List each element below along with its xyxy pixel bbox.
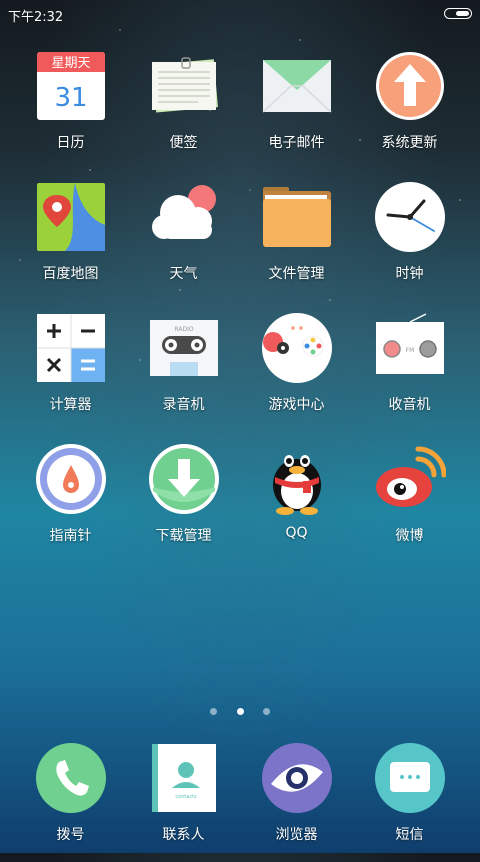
app-label: 联系人 (162, 827, 205, 843)
app-compass[interactable]: 指南针 (14, 443, 127, 563)
weibo-icon (374, 443, 447, 515)
app-recorder[interactable]: RADIO 录音机 (127, 312, 240, 432)
calendar-icon: 星期天 31 (35, 50, 107, 122)
contacts-book-icon: contacts (148, 742, 220, 814)
app-label: 系统更新 (381, 135, 438, 151)
app-label: 浏览器 (275, 827, 318, 843)
weather-cloud-icon (148, 181, 220, 253)
contacts-text: contacts (175, 794, 197, 800)
battery-icon (444, 8, 472, 19)
app-calendar[interactable]: 星期天 31 日历 (14, 50, 127, 170)
app-label: 时钟 (395, 266, 424, 282)
app-label: 下载管理 (155, 528, 212, 544)
app-label: 文件管理 (268, 266, 325, 282)
app-baidu-maps[interactable]: 百度地图 (14, 181, 127, 301)
app-label: 指南针 (49, 528, 92, 544)
app-label: 百度地图 (42, 266, 99, 282)
calendar-weekday: 星期天 (51, 56, 90, 71)
dock-contacts[interactable]: contacts 联系人 (127, 742, 240, 862)
phone-icon (35, 742, 107, 814)
app-label: 日历 (56, 135, 85, 151)
app-notes[interactable]: 便签 (127, 50, 240, 170)
app-label: 录音机 (162, 397, 205, 413)
folder-icon (261, 181, 333, 253)
radio-icon: FM (374, 312, 446, 384)
app-label: 收音机 (388, 397, 431, 413)
app-label: 拨号 (56, 827, 85, 843)
app-label: 计算器 (49, 397, 92, 413)
qq-penguin-icon (261, 443, 333, 515)
app-label: 电子邮件 (268, 135, 325, 151)
status-bar: 下午2:32 (0, 0, 480, 28)
app-label: QQ (285, 525, 308, 541)
app-radio[interactable]: FM 收音机 (353, 312, 466, 432)
calendar-day: 31 (54, 83, 87, 113)
email-icon (261, 50, 333, 122)
app-label: 便签 (169, 135, 198, 151)
page-dot-3[interactable] (262, 708, 270, 715)
app-qq[interactable]: QQ (240, 443, 353, 563)
app-label: 天气 (169, 266, 198, 282)
clock-icon (374, 181, 446, 253)
status-time: 下午2:32 (8, 10, 64, 25)
dock-browser[interactable]: 浏览器 (240, 742, 353, 862)
app-weibo[interactable]: 微博 (353, 443, 466, 563)
app-label: 游戏中心 (268, 397, 325, 413)
app-clock[interactable]: 时钟 (353, 181, 466, 301)
page-indicator[interactable] (0, 700, 480, 715)
download-icon (148, 443, 220, 515)
radio-fm-text: FM (406, 347, 415, 354)
update-arrow-icon (374, 50, 446, 122)
message-bubble-icon (374, 742, 446, 814)
calculator-icon (35, 312, 107, 384)
app-label: 微博 (395, 528, 424, 544)
compass-icon (35, 443, 107, 515)
app-email[interactable]: 电子邮件 (240, 50, 353, 170)
dock-sms[interactable]: 短信 (353, 742, 466, 862)
notes-icon (148, 50, 220, 122)
dock-phone[interactable]: 拨号 (14, 742, 127, 862)
app-calculator[interactable]: 计算器 (14, 312, 127, 432)
app-game-center[interactable]: 游戏中心 (240, 312, 353, 432)
app-system-update[interactable]: 系统更新 (353, 50, 466, 170)
cassette-icon: RADIO (148, 312, 220, 384)
page-dot-1[interactable] (210, 708, 218, 715)
app-file-manager[interactable]: 文件管理 (240, 181, 353, 301)
app-weather[interactable]: 天气 (127, 181, 240, 301)
app-label: 短信 (395, 827, 424, 843)
map-icon (35, 181, 107, 253)
recorder-radio-text: RADIO (174, 326, 193, 333)
page-dot-2[interactable] (236, 708, 244, 715)
gamepad-icon (261, 312, 333, 384)
browser-icon (261, 742, 333, 814)
app-download-manager[interactable]: 下载管理 (127, 443, 240, 563)
